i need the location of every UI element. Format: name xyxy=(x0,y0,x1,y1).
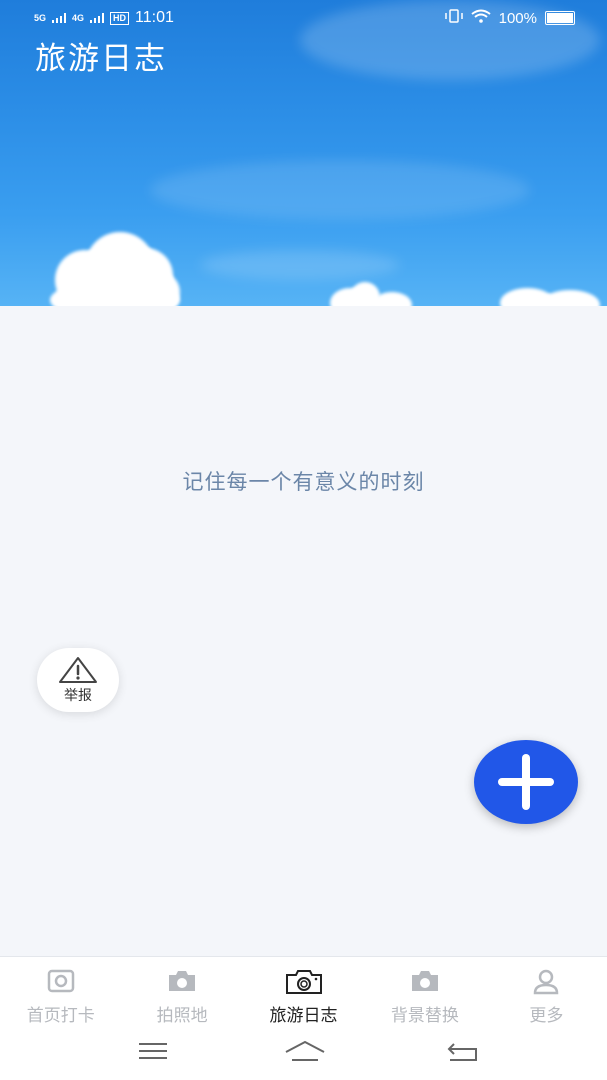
signal-bars-icon xyxy=(90,10,105,27)
tab-label: 旅游日志 xyxy=(269,1006,338,1026)
tab-label: 拍照地 xyxy=(156,1006,208,1026)
tab-label: 首页打卡 xyxy=(26,1006,95,1026)
plus-icon xyxy=(498,754,554,810)
menu-icon[interactable] xyxy=(138,1040,168,1062)
home-icon[interactable] xyxy=(284,1040,326,1064)
system-navigation-bar xyxy=(0,1028,607,1080)
tab-home-checkin[interactable]: 首页打卡 xyxy=(0,957,121,1029)
empty-state-message: 记住每一个有意义的时刻 xyxy=(182,470,425,494)
bottom-tab-bar: 首页打卡 拍照地 旅游日志 背景替换 更多 xyxy=(0,956,607,1029)
wifi-icon xyxy=(471,9,491,27)
tab-more[interactable]: 更多 xyxy=(486,957,607,1029)
tab-background-replace[interactable]: 背景替换 xyxy=(364,957,485,1029)
battery-icon xyxy=(545,11,575,25)
add-entry-button[interactable] xyxy=(474,740,578,824)
tab-travel-journal[interactable]: 旅游日志 xyxy=(243,957,364,1029)
report-button[interactable]: 举报 xyxy=(37,648,119,712)
signal-5g-icon: 5G xyxy=(34,12,47,23)
camera-icon xyxy=(411,971,438,991)
camera-icon xyxy=(169,971,196,991)
vibrate-icon xyxy=(444,9,463,27)
camera-outline-icon xyxy=(285,970,322,994)
page-title: 旅游日志 xyxy=(35,41,167,77)
tab-label: 背景替换 xyxy=(390,1006,459,1026)
signal-4g-icon: 4G xyxy=(72,12,85,23)
battery-percent: 100% xyxy=(498,9,537,27)
tab-label: 更多 xyxy=(529,1006,564,1026)
signal-bars-icon xyxy=(52,10,67,27)
person-icon xyxy=(534,969,559,995)
back-icon[interactable] xyxy=(446,1040,480,1064)
report-label: 举报 xyxy=(64,688,92,704)
tab-photo-spots[interactable]: 拍照地 xyxy=(121,957,242,1029)
warning-icon xyxy=(59,657,97,683)
instagram-icon xyxy=(47,969,74,993)
hd-badge: HD xyxy=(110,11,130,25)
status-bar: 5G 4G HD 11:01 100% xyxy=(0,0,607,36)
status-time: 11:01 xyxy=(135,9,174,26)
